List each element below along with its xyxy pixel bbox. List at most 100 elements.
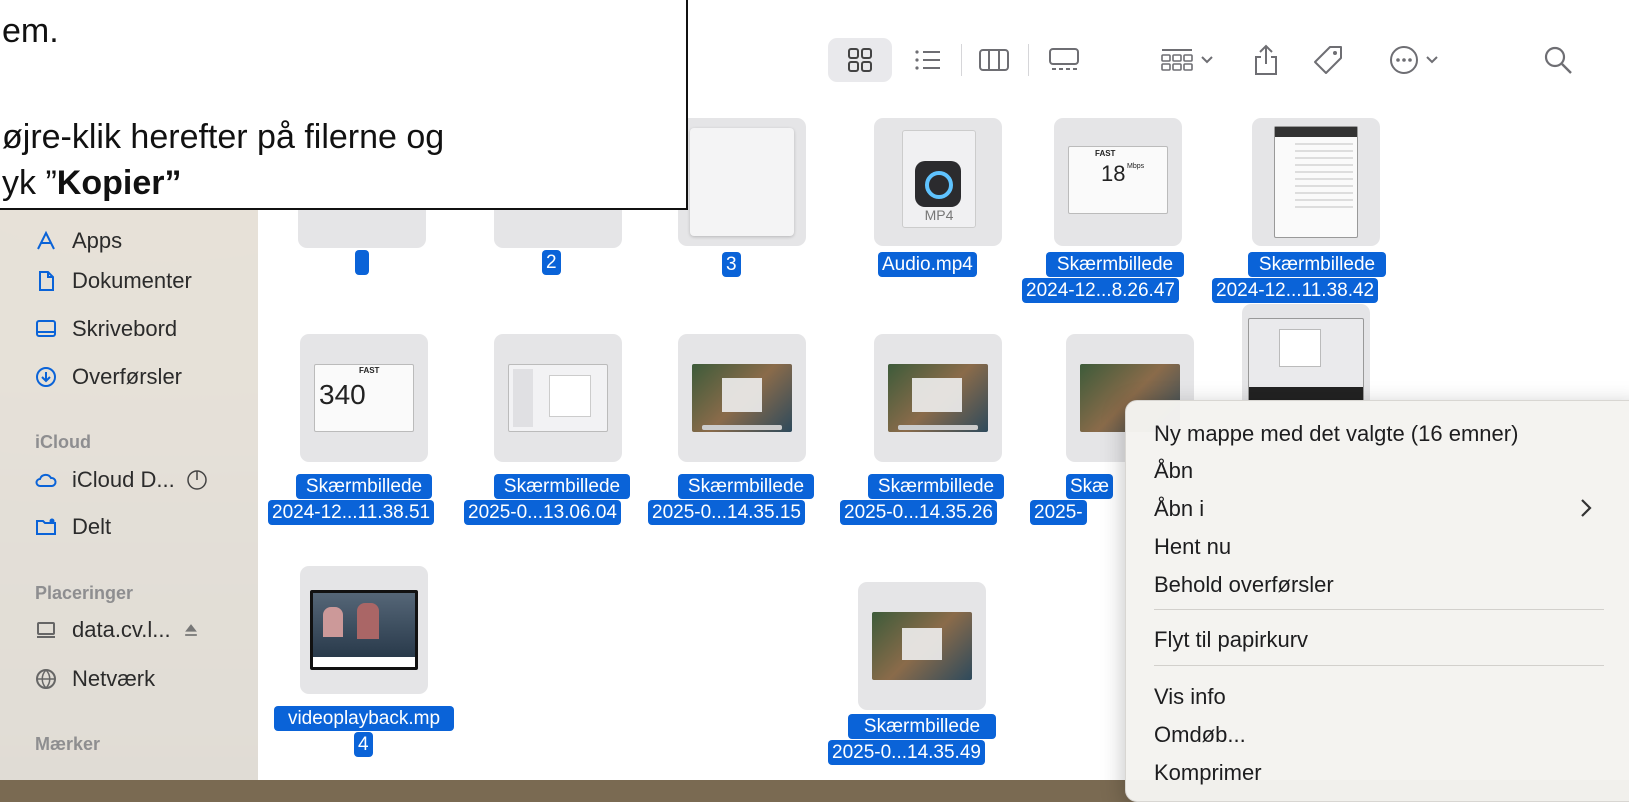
file-name-line2: 2025-0...13.06.04	[464, 500, 621, 525]
file-name-line2: 2024-12...8.26.47	[1022, 278, 1179, 303]
network-icon	[36, 669, 56, 689]
document-icon	[39, 271, 54, 291]
file-name-line2: 2024-12...11.38.42	[1212, 278, 1379, 303]
sidebar-item-label: Overførsler	[72, 364, 182, 389]
menu-item-move-to-trash[interactable]: Flyt til papirkurv	[1154, 627, 1308, 653]
screenshot-preview	[888, 364, 988, 432]
sidebar-item-label: iCloud D...	[72, 467, 175, 492]
file-name: Skærmbillede	[494, 474, 630, 499]
context-menu: Ny mappe med det valgte (16 emner) Åbn Å…	[1125, 400, 1629, 802]
sidebar-item-data-drive[interactable]: data.cv.l...	[34, 613, 201, 647]
menu-item-get-info[interactable]: Vis info	[1154, 684, 1226, 710]
menu-item-compress[interactable]: Komprimer	[1154, 760, 1262, 786]
drive-icon	[37, 622, 55, 638]
screenshot-preview	[872, 612, 972, 680]
preview-text: FAST	[1095, 149, 1116, 158]
sidebar-item-apps[interactable]: Apps	[34, 224, 122, 258]
preview-number: 18	[1101, 161, 1126, 186]
toolbar-separator	[961, 44, 962, 76]
sidebar-item-label: Delt	[72, 514, 112, 539]
sidebar-item-label: Skrivebord	[72, 316, 178, 341]
video-document-preview: MP4	[902, 130, 976, 228]
file-thumbnail	[1252, 118, 1380, 246]
file-thumbnail	[678, 334, 806, 462]
chevron-down-icon	[1201, 56, 1213, 64]
sidebar-item-delt[interactable]: Delt	[34, 510, 111, 544]
group-by-button[interactable]	[1154, 38, 1220, 82]
file-name-line2: 2025-0...14.35.49	[828, 740, 985, 765]
sidebar-header-placeringer: Placeringer	[35, 583, 134, 603]
file-thumbnail	[300, 566, 428, 694]
screenshot-preview	[1248, 318, 1364, 402]
sidebar-item-dokumenter[interactable]: Dokumenter	[34, 264, 192, 298]
shared-folder-icon	[36, 518, 56, 535]
file-name: Skærmbillede	[1046, 252, 1184, 277]
sidebar-item-skrivebord[interactable]: Skrivebord	[34, 312, 177, 346]
file-name: 3	[722, 252, 741, 277]
file-name: videoplayback.mp	[274, 706, 454, 731]
preview-unit: Mbps	[1127, 163, 1145, 170]
icon-view-button[interactable]	[828, 38, 892, 82]
menu-item-download-now[interactable]: Hent nu	[1154, 534, 1231, 560]
list-view-button[interactable]	[908, 38, 948, 82]
sidebar-item-overforsler[interactable]: Overførsler	[34, 360, 182, 394]
menu-separator	[1154, 665, 1604, 666]
sidebar-item-label: Netværk	[72, 666, 156, 691]
eject-icon[interactable]	[181, 620, 201, 640]
file-thumbnail	[678, 118, 806, 246]
blank-document-preview	[690, 128, 794, 236]
file-thumbnail: FAST 340	[300, 334, 428, 462]
file-name-line2: 4	[354, 732, 373, 757]
search-icon	[1544, 46, 1572, 74]
search-button[interactable]	[1536, 38, 1580, 82]
desktop-icon	[36, 320, 56, 337]
grid-icon	[848, 48, 872, 72]
menu-item-label: Åbn i	[1154, 496, 1205, 521]
file-name: Skærmbillede	[1248, 252, 1386, 277]
sidebar-item-netvaerk[interactable]: Netværk	[34, 662, 155, 696]
file-thumbnail	[858, 582, 986, 710]
tag-icon	[1314, 46, 1342, 74]
preview-number: 340	[319, 379, 366, 410]
callout-line-3: yk ”Kopier”	[2, 164, 182, 202]
file-name: Audio.mp4	[878, 252, 977, 277]
file-name: Skærmbillede	[848, 714, 996, 739]
callout-line-1: em.	[2, 12, 59, 50]
file-name-line2: 2025-0...14.35.15	[648, 500, 805, 525]
menu-item-new-folder-with-selection[interactable]: Ny mappe med det valgte (16 emner)	[1154, 421, 1518, 447]
screenshot-preview: FAST 340	[314, 364, 414, 432]
chevron-down-icon	[1426, 56, 1438, 64]
more-actions-button[interactable]	[1382, 38, 1446, 82]
sidebar-item-label: Apps	[72, 228, 123, 253]
instruction-callout: em. øjre-klik herefter på filerne og yk …	[0, 0, 688, 210]
file-name-line2: 2025-	[1030, 500, 1087, 525]
menu-item-open-with[interactable]: Åbn i	[1154, 496, 1604, 522]
share-icon	[1255, 44, 1277, 75]
sidebar-header-icloud: iCloud	[35, 432, 91, 452]
toolbar-separator	[1028, 44, 1029, 76]
chevron-right-icon	[1581, 499, 1592, 517]
screenshot-preview: FAST 18 Mbps	[1068, 146, 1168, 214]
menu-item-open[interactable]: Åbn	[1154, 458, 1193, 484]
sidebar-item-icloud-drive[interactable]: iCloud D...	[34, 463, 209, 497]
file-name: Skæ	[1066, 474, 1114, 499]
quicktime-icon	[915, 161, 961, 207]
menu-item-rename[interactable]: Omdøb...	[1154, 722, 1246, 748]
tag-button[interactable]	[1306, 38, 1350, 82]
list-icon	[915, 50, 940, 70]
menu-item-keep-downloaded[interactable]: Behold overførsler	[1154, 572, 1334, 598]
sidebar-item-label: Dokumenter	[72, 268, 192, 293]
cloud-icon	[35, 473, 57, 487]
gallery-view-button[interactable]	[1041, 38, 1087, 82]
callout-line-2: øjre-klik herefter på filerne og	[2, 118, 445, 156]
column-view-button[interactable]	[972, 38, 1016, 82]
preview-text: FAST	[359, 366, 380, 375]
file-thumbnail: MP4	[874, 118, 1002, 246]
file-type-badge: MP4	[924, 207, 954, 223]
file-name: Skærmbillede	[868, 474, 1004, 499]
download-icon	[36, 367, 56, 387]
share-button[interactable]	[1246, 38, 1286, 82]
sidebar-header-maerker: Mærker	[35, 734, 101, 754]
file-thumbnail: FAST 18 Mbps	[1054, 118, 1182, 246]
file-name: Skærmbillede	[678, 474, 814, 499]
